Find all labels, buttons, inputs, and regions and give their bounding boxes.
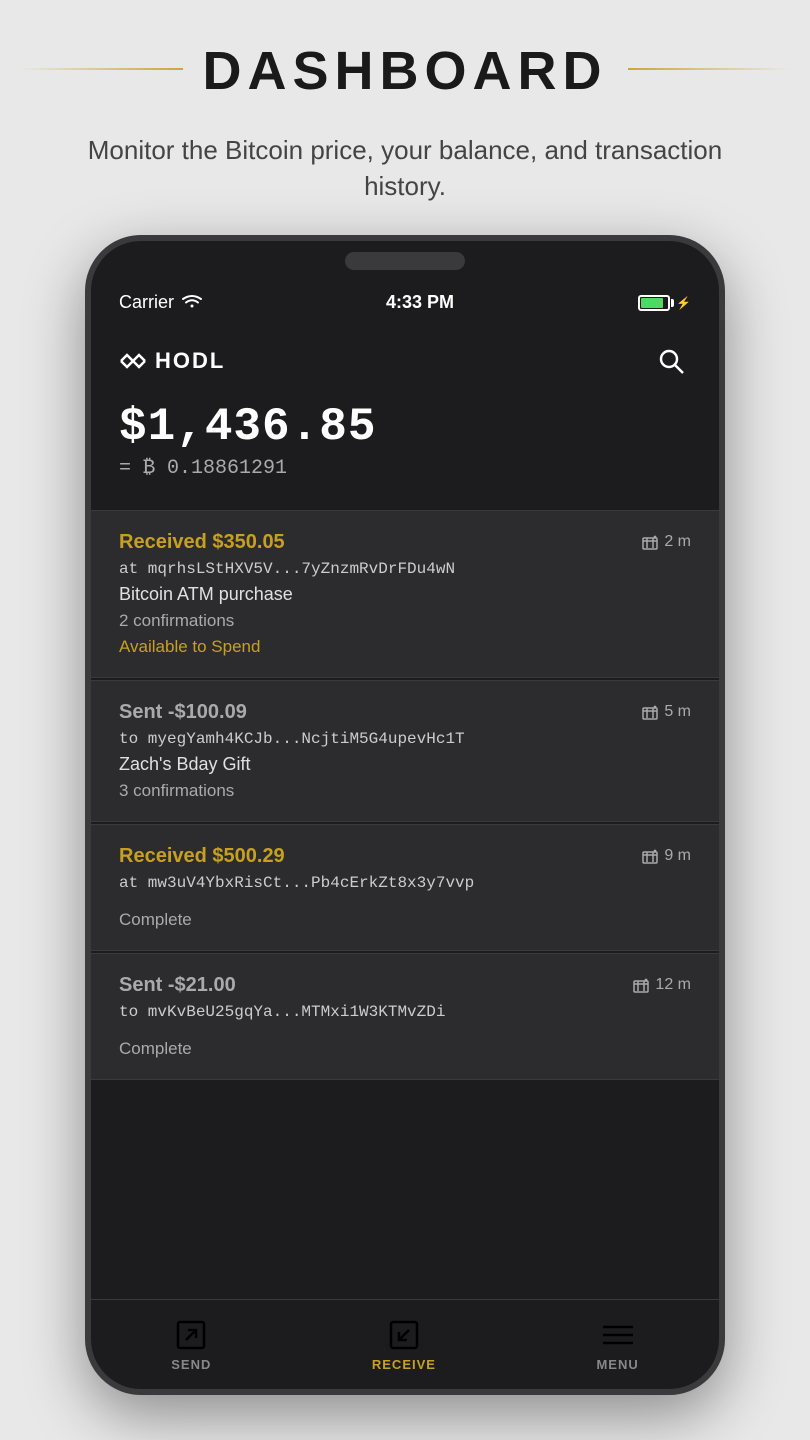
tx-address: at mqrhsLStHXV5V...7yZnzmRvDrFDu4wN [119,560,691,578]
transaction-item[interactable]: Sent -$100.09 5 m to myegYamh4KCJb...Ncj… [91,680,719,822]
carrier-label: Carrier [119,292,174,313]
tx-time: 9 m [642,847,691,865]
charging-bolt: ⚡ [676,296,691,310]
tx-confirmations: 2 confirmations [119,611,691,631]
tx-memo: Zach's Bday Gift [119,754,691,775]
phone-frame: Carrier 4:33 PM ⚡ [85,235,725,1395]
nav-send[interactable]: SEND [171,1317,211,1372]
menu-label: MENU [596,1357,638,1372]
status-bar: Carrier 4:33 PM ⚡ [91,281,719,325]
tx-confirmations: 3 confirmations [119,781,691,801]
tx-status: Available to Spend [119,637,691,657]
balance-btc: = ₿ 0.18861291 [119,457,691,480]
tx-amount: Received $500.29 [119,845,285,868]
tx-memo: Bitcoin ATM purchase [119,584,691,605]
carrier-info: Carrier [119,292,202,313]
app-content: HODL $1,436.85 = ₿ 0.18861291 Received $… [91,325,719,1299]
page-subtitle: Monitor the Bitcoin price, your balance,… [60,132,750,205]
tx-time: 12 m [633,976,691,994]
tx-header-row: Sent -$21.00 12 m [119,974,691,997]
transaction-item[interactable]: Sent -$21.00 12 m to mvKvBeU25gqYa...MTM… [91,953,719,1080]
page-title: DASHBOARD [183,40,628,102]
logo-label: HODL [155,348,225,374]
tx-address: to myegYamh4KCJb...NcjtiM5G4upevHc1T [119,730,691,748]
page-header: DASHBOARD Monitor the Bitcoin price, you… [0,0,810,235]
phone-notch [91,241,719,281]
battery-fill [641,298,663,308]
tx-header-row: Sent -$100.09 5 m [119,701,691,724]
send-icon [173,1317,209,1353]
transaction-list: Received $350.05 2 m at mqrhsLStHXV5V...… [91,510,719,1299]
nav-receive[interactable]: RECEIVE [372,1317,436,1372]
tx-address: to mvKvBeU25gqYa...MTMxi1W3KTMvZDi [119,1003,691,1021]
receive-icon [386,1317,422,1353]
search-button[interactable] [651,341,691,381]
tx-address: at mw3uV4YbxRisCt...Pb4cErkZt8x3y7vvp [119,874,691,892]
notch-pill [345,252,465,270]
balance-usd: $1,436.85 [119,401,691,453]
tx-amount: Sent -$100.09 [119,701,247,724]
bottom-nav: SEND RECEIVE MENU [91,1299,719,1389]
status-right: ⚡ [638,295,691,311]
transaction-item[interactable]: Received $500.29 9 m at mw3uV4YbxRisCt..… [91,824,719,951]
battery-icon [638,295,670,311]
send-label: SEND [171,1357,211,1372]
tx-header-row: Received $500.29 9 m [119,845,691,868]
menu-icon [600,1317,636,1353]
tx-time: 2 m [642,533,691,551]
tx-header-row: Received $350.05 2 m [119,531,691,554]
tx-amount: Sent -$21.00 [119,974,236,997]
tx-status: Complete [119,1039,691,1059]
balance-section: $1,436.85 = ₿ 0.18861291 [91,391,719,510]
nav-menu[interactable]: MENU [596,1317,638,1372]
transaction-item[interactable]: Received $350.05 2 m at mqrhsLStHXV5V...… [91,510,719,678]
wifi-icon [182,292,202,313]
tx-time: 5 m [642,703,691,721]
tx-amount: Received $350.05 [119,531,285,554]
tx-status: Complete [119,910,691,930]
app-logo: HODL [119,348,225,374]
status-time: 4:33 PM [386,292,454,313]
app-header: HODL [91,325,719,391]
receive-label: RECEIVE [372,1357,436,1372]
